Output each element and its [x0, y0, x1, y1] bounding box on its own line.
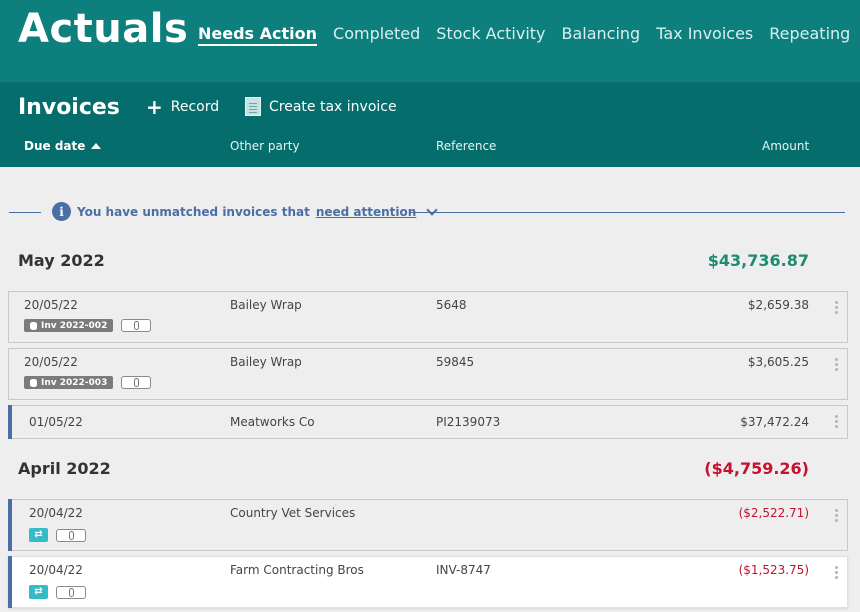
row-reference: 5648 — [436, 298, 467, 312]
invoice-tag[interactable]: Inv 2022-003 — [24, 376, 114, 389]
need-attention-link[interactable]: need attention — [316, 205, 416, 219]
chevron-down-icon[interactable] — [426, 203, 438, 216]
row-amount: $3,605.25 — [747, 355, 809, 369]
invoice-tag-label: Inv 2022-002 — [41, 320, 108, 331]
invoice-tag[interactable]: Inv 2022-002 — [24, 319, 114, 332]
info-icon: i — [52, 202, 71, 221]
sync-icon[interactable]: ⇄ — [29, 585, 48, 599]
row-other-party: Bailey Wrap — [230, 355, 302, 369]
row-menu-icon[interactable] — [835, 301, 838, 304]
month-heading-may-2022: May 2022 — [18, 251, 105, 270]
create-tax-invoice-button[interactable]: Create tax invoice — [245, 97, 397, 116]
top-bar: Actuals Needs Action Completed Stock Act… — [0, 0, 860, 82]
invoice-row[interactable]: 20/04/22 Country Vet Services ($2,522.71… — [8, 499, 848, 551]
notice-divider-right — [409, 212, 845, 213]
row-menu-icon[interactable] — [835, 509, 838, 512]
row-menu-icon[interactable] — [835, 358, 838, 361]
tab-stock-activity[interactable]: Stock Activity — [436, 24, 545, 46]
invoice-row[interactable]: 20/04/22 Farm Contracting Bros INV-8747 … — [8, 556, 848, 608]
row-menu-icon[interactable] — [835, 566, 838, 569]
row-tags: Inv 2022-003 — [24, 376, 152, 389]
tab-balancing[interactable]: Balancing — [562, 24, 641, 46]
row-date: 20/05/22 — [24, 298, 78, 312]
record-button[interactable]: + Record — [146, 97, 219, 117]
invoice-row[interactable]: 20/05/22 Bailey Wrap 59845 $3,605.25 Inv… — [8, 348, 848, 400]
row-amount: ($2,522.71) — [738, 506, 809, 520]
attachment-button[interactable] — [121, 319, 152, 332]
row-menu-icon[interactable] — [835, 415, 838, 418]
row-date: 20/04/22 — [29, 506, 83, 520]
month-total-april-2022: ($4,759.26) — [704, 459, 809, 478]
attachment-button[interactable] — [56, 585, 86, 599]
row-reference: PI2139073 — [436, 415, 501, 429]
tab-tax-invoices[interactable]: Tax Invoices — [656, 24, 753, 46]
notice-text: You have unmatched invoices that — [77, 204, 310, 219]
invoice-row[interactable]: 01/05/22 Meatworks Co PI2139073 $37,472.… — [8, 405, 848, 439]
row-date: 01/05/22 — [29, 415, 83, 429]
record-label: Record — [170, 99, 220, 115]
row-amount: $2,659.38 — [747, 298, 809, 312]
row-other-party: Farm Contracting Bros — [230, 563, 364, 577]
main-nav: Needs Action Completed Stock Activity Ba… — [198, 24, 850, 46]
row-tags: ⇄ — [29, 528, 86, 542]
create-tax-invoice-label: Create tax invoice — [269, 98, 397, 115]
row-amount: $37,472.24 — [740, 415, 809, 429]
app-title: Actuals — [18, 6, 189, 52]
row-date: 20/04/22 — [29, 563, 83, 577]
column-header-other-party: Other party — [230, 139, 300, 153]
column-header-due-date[interactable]: Due date — [24, 139, 102, 153]
sync-icon[interactable]: ⇄ — [29, 528, 48, 542]
column-header-reference: Reference — [436, 139, 497, 153]
paperclip-icon — [133, 378, 139, 387]
paperclip-icon — [68, 587, 74, 597]
column-header-due-date-label: Due date — [24, 139, 86, 153]
attachment-button[interactable] — [121, 376, 152, 389]
month-heading-april-2022: April 2022 — [18, 459, 111, 478]
row-tags: ⇄ — [29, 585, 86, 599]
notice-divider-left — [9, 212, 41, 213]
row-tags: Inv 2022-002 — [24, 319, 152, 332]
database-icon — [30, 378, 37, 387]
invoice-tag-label: Inv 2022-003 — [41, 377, 108, 388]
tab-needs-action[interactable]: Needs Action — [198, 24, 318, 46]
database-icon — [30, 321, 37, 330]
sort-ascending-icon — [91, 143, 102, 149]
row-reference: INV-8747 — [436, 563, 491, 577]
row-other-party: Bailey Wrap — [230, 298, 302, 312]
row-amount: ($1,523.75) — [738, 563, 809, 577]
section-header: Invoices + Record Create tax invoice Due… — [0, 82, 860, 167]
invoice-row[interactable]: 20/05/22 Bailey Wrap 5648 $2,659.38 Inv … — [8, 291, 848, 343]
row-other-party: Country Vet Services — [230, 506, 356, 520]
attachment-button[interactable] — [56, 528, 86, 542]
unmatched-notice: i You have unmatched invoices that need … — [52, 202, 438, 221]
document-icon — [245, 97, 261, 116]
row-reference: 59845 — [436, 355, 475, 369]
paperclip-icon — [133, 321, 139, 330]
tab-completed[interactable]: Completed — [333, 24, 420, 46]
section-title: Invoices — [18, 95, 120, 120]
tab-repeating[interactable]: Repeating — [769, 24, 850, 46]
month-total-may-2022: $43,736.87 — [707, 251, 809, 270]
column-header-amount: Amount — [762, 139, 810, 153]
row-other-party: Meatworks Co — [230, 415, 315, 429]
row-date: 20/05/22 — [24, 355, 78, 369]
plus-icon: + — [146, 95, 163, 119]
paperclip-icon — [68, 530, 74, 540]
